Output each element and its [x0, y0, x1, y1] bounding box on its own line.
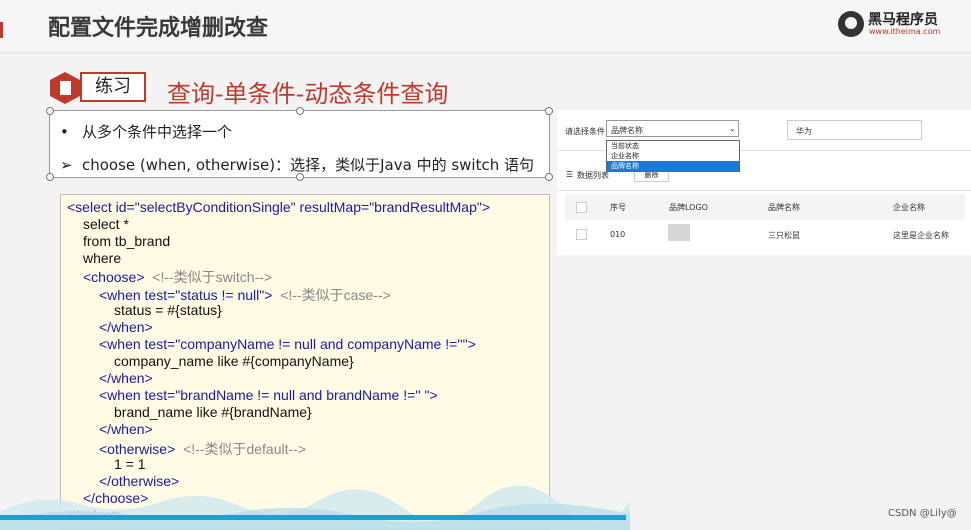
column-header: 品牌名称: [768, 203, 800, 212]
code-line: 1 = 1: [114, 456, 146, 472]
code-line: select *: [83, 216, 129, 232]
resize-handle[interactable]: [545, 107, 553, 115]
option-status[interactable]: 当前状态: [607, 141, 739, 151]
image-placeholder-icon: [668, 224, 690, 241]
resize-handle[interactable]: [46, 173, 54, 181]
logo-url: www.itheima.com: [869, 27, 941, 36]
code-line: brand_name like #{brandName}: [114, 404, 312, 420]
bullet-text: 从多个条件中选择一个: [82, 123, 233, 141]
condition-dropdown[interactable]: 当前状态 企业名称 品牌名称: [606, 140, 740, 172]
code-line: where: [83, 250, 122, 266]
code-line: </when>: [99, 370, 153, 386]
list-icon: ☰: [566, 170, 574, 179]
code-line: <select id="selectByConditionSingle" res…: [67, 199, 491, 215]
slide-title: 配置文件完成增删改查: [48, 16, 269, 41]
code-line: company_name like #{companyName}: [114, 353, 354, 369]
table-cell: 这里是企业名称: [893, 231, 949, 240]
bullet-item: • 从多个条件中选择一个: [60, 121, 232, 142]
select-value: 品牌名称: [611, 126, 643, 135]
code-line: </when>: [99, 421, 153, 437]
column-header: 品牌LOGO: [669, 203, 708, 212]
bullet-marker: •: [60, 123, 69, 141]
select-all-checkbox[interactable]: [576, 202, 587, 213]
code-line: <choose> <!--类似于switch-->: [83, 269, 273, 285]
itheima-logo: 黑马程序员 www.itheima.com: [838, 9, 948, 39]
code-line: </when>: [99, 319, 153, 335]
table-cell: 010: [610, 230, 626, 239]
bullet-item: ➢ choose (when, otherwise)：选择，类似于Java 中的 …: [60, 154, 534, 175]
search-input[interactable]: 华为: [787, 120, 922, 140]
decorative-wave: [0, 485, 630, 530]
resize-handle[interactable]: [545, 173, 553, 181]
tab-data-list[interactable]: 数据列表: [577, 170, 609, 181]
arrow-bullet-icon: ➢: [60, 156, 73, 174]
code-line: <when test="companyName != null and comp…: [99, 336, 476, 352]
code-line: from tb_brand: [83, 233, 171, 249]
slide-subtitle: 查询-单条件-动态条件查询: [167, 80, 449, 108]
condition-select[interactable]: 品牌名称 ⌄: [606, 120, 739, 137]
bullet-text: choose (when, otherwise)：选择，类似于Java 中的 s…: [82, 156, 534, 174]
watermark: CSDN @Lily@: [888, 508, 957, 519]
code-line: status = #{status}: [114, 302, 222, 318]
table-cell: 三只松鼠: [768, 231, 800, 240]
filter-label: 请选择条件: [565, 127, 605, 136]
horse-logo-icon: [838, 11, 864, 37]
row-checkbox[interactable]: [576, 229, 587, 240]
exercise-label: 练习: [80, 72, 146, 102]
chevron-down-icon: ⌄: [729, 124, 736, 133]
resize-handle[interactable]: [46, 107, 54, 115]
option-brand[interactable]: 品牌名称: [607, 161, 739, 171]
exercise-icon: [50, 72, 80, 104]
accent-mark: [0, 22, 3, 38]
search-value: 华为: [796, 127, 812, 136]
code-line: <when test="brandName != null and brandN…: [99, 387, 438, 403]
resize-handle[interactable]: [296, 107, 304, 115]
progress-bar: [0, 515, 626, 520]
option-company[interactable]: 企业名称: [607, 151, 739, 161]
column-header: 企业名称: [893, 203, 925, 212]
logo-brand: 黑马程序员: [868, 12, 938, 28]
column-header: 序号: [610, 203, 626, 212]
